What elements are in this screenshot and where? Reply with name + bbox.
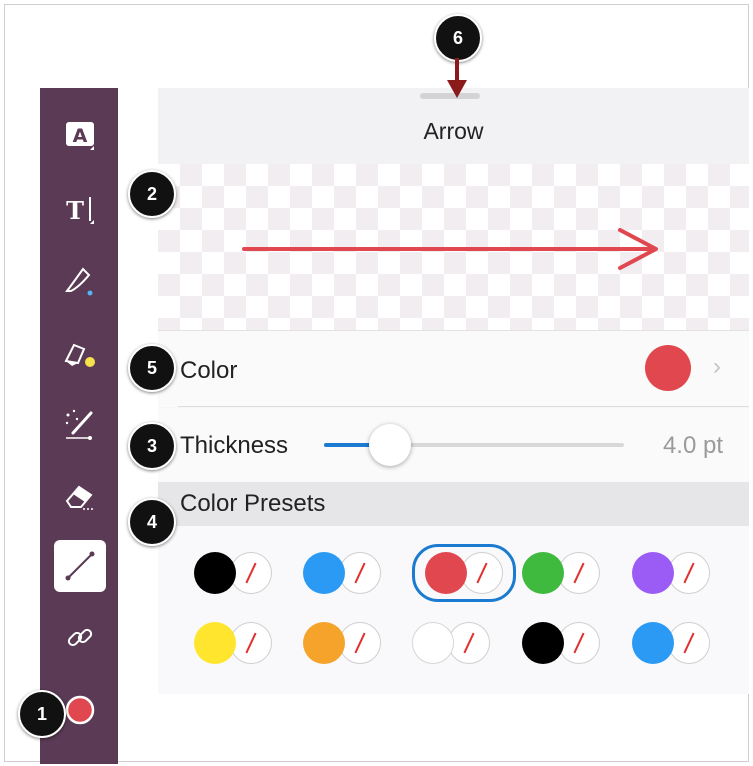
arrow-line-icon: [65, 551, 95, 581]
color-preset[interactable]: [412, 544, 516, 602]
color-row[interactable]: Color ›: [158, 331, 749, 407]
color-swatch: [645, 345, 691, 391]
callout-4: 4: [128, 498, 176, 546]
svg-text:T: T: [66, 196, 84, 225]
color-preset[interactable]: [626, 548, 722, 598]
preset-no-fill-icon: [448, 622, 490, 664]
eraser-icon: [65, 485, 93, 510]
callout-6: 6: [434, 14, 482, 62]
preset-no-fill-icon: [668, 552, 710, 594]
arrow-preview: [158, 164, 749, 331]
preset-color-dot: [522, 552, 564, 594]
preset-color-dot: [303, 552, 345, 594]
preset-no-fill-icon: [668, 622, 710, 664]
preset-color-dot: [632, 552, 674, 594]
color-preset[interactable]: [188, 548, 284, 598]
preset-color-dot: [303, 622, 345, 664]
thickness-label: Thickness: [180, 432, 289, 459]
color-preset[interactable]: [297, 618, 393, 668]
preset-color-dot: [194, 622, 236, 664]
row-divider: [178, 406, 749, 407]
magic-pen-icon: [65, 409, 93, 440]
arrow-settings-panel: Arrow Color › Thickness 4.0 pt Color Pre…: [158, 88, 749, 694]
color-label: Color: [180, 357, 238, 384]
callout-5: 5: [128, 344, 176, 392]
arrow-line-tool[interactable]: [54, 540, 106, 592]
callout-arrow-icon: [447, 58, 467, 98]
callout-2: 2: [128, 170, 176, 218]
color-preset[interactable]: [297, 548, 393, 598]
color-dot-icon: [65, 695, 95, 725]
thickness-value: 4.0 pt: [662, 432, 723, 459]
eraser-tool[interactable]: [54, 470, 106, 522]
text-tool[interactable]: T: [54, 184, 106, 236]
preset-color-dot: [412, 622, 454, 664]
preset-no-fill-icon: [461, 552, 503, 594]
preset-no-fill-icon: [339, 622, 381, 664]
color-preset[interactable]: [626, 618, 722, 668]
svg-text:A: A: [73, 125, 88, 147]
color-preset[interactable]: [516, 618, 612, 668]
pen-tool[interactable]: [54, 254, 106, 306]
color-preset[interactable]: [516, 548, 612, 598]
preset-color-dot: [194, 552, 236, 594]
preset-no-fill-icon: [558, 552, 600, 594]
chevron-right-icon: ›: [713, 353, 721, 380]
preset-color-dot: [632, 622, 674, 664]
callout-3: 3: [128, 422, 176, 470]
link-tool[interactable]: [54, 612, 106, 664]
highlighter-icon: [64, 343, 95, 367]
pen-icon: [65, 267, 93, 296]
panel-title: Arrow: [423, 118, 484, 144]
preset-no-fill-icon: [230, 622, 272, 664]
preset-no-fill-icon: [339, 552, 381, 594]
thickness-slider-thumb[interactable]: [369, 424, 411, 466]
color-presets-header: Color Presets: [158, 482, 749, 526]
highlighter-tool[interactable]: [54, 326, 106, 378]
link-icon: [67, 628, 93, 647]
callout-1: 1: [18, 690, 66, 738]
preset-color-dot: [522, 622, 564, 664]
preset-no-fill-icon: [558, 622, 600, 664]
text-box-tool[interactable]: A: [54, 110, 106, 162]
color-preset[interactable]: [188, 618, 284, 668]
preset-no-fill-icon: [230, 552, 272, 594]
magic-pen-tool[interactable]: [54, 398, 106, 450]
tool-toolbar: A T: [40, 88, 118, 764]
color-presets-grid: [158, 526, 749, 694]
preset-color-dot: [425, 552, 467, 594]
color-preset[interactable]: [406, 618, 502, 668]
color-presets-heading: Color Presets: [180, 490, 326, 517]
arrow-preview-graphic: [242, 228, 658, 270]
thickness-row: Thickness 4.0 pt: [158, 408, 749, 482]
